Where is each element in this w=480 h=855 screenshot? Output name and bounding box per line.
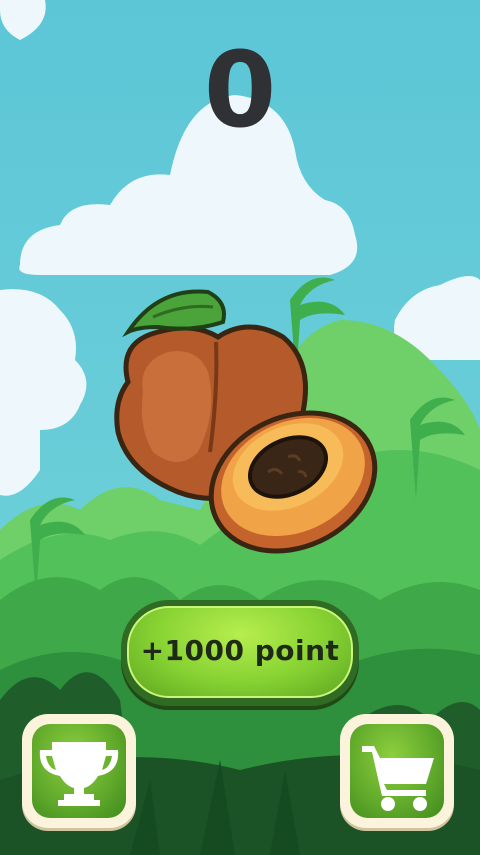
apricot-illustration <box>114 289 378 554</box>
shop-button[interactable] <box>340 714 454 828</box>
score-counter: 0 <box>203 29 277 151</box>
bonus-points-label: +1000 point <box>140 634 340 667</box>
cart-icon <box>362 746 434 811</box>
leaderboard-button[interactable] <box>22 714 136 828</box>
bonus-points-button[interactable]: +1000 point <box>121 600 359 706</box>
trophy-icon <box>39 742 119 806</box>
